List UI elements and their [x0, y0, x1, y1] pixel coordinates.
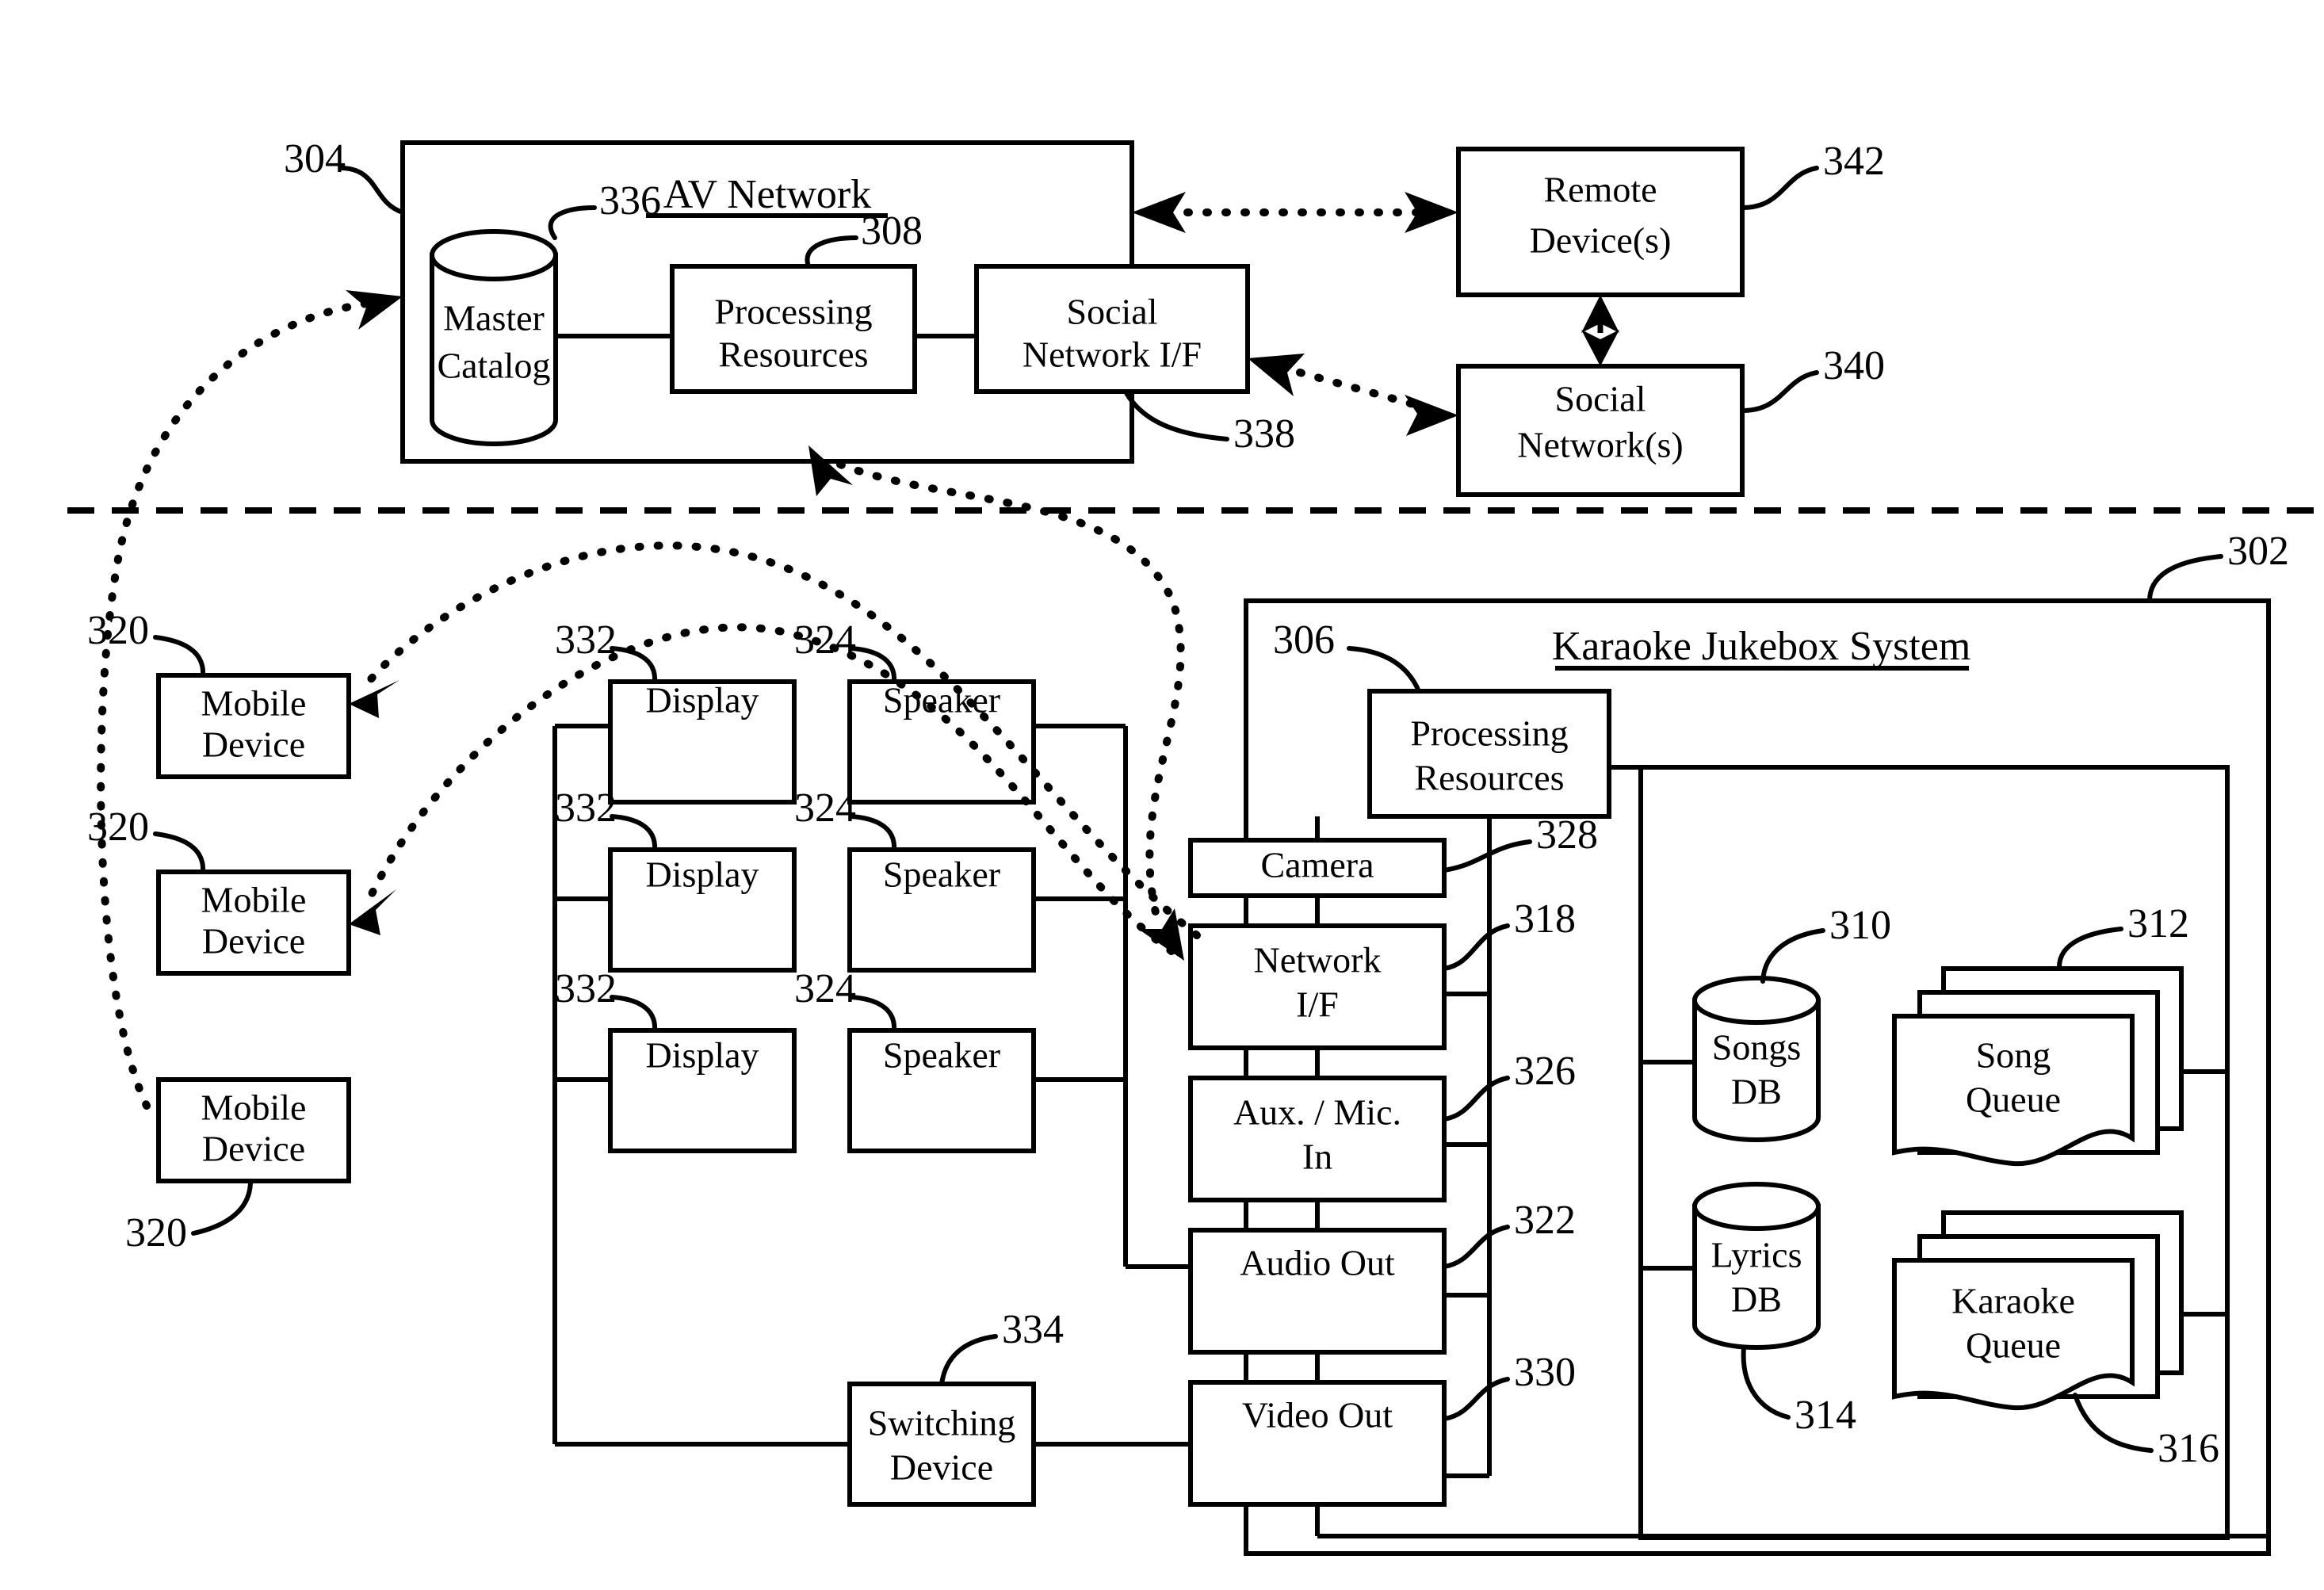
mobile-device-2-label-2: Device [202, 921, 305, 961]
conn-avnetwork-remote [1132, 192, 1458, 233]
ref-328: 328 [1536, 812, 1598, 858]
display-3-label: Display [645, 1035, 759, 1076]
mobile-device-3-label-2: Device [202, 1129, 305, 1169]
patent-figure-canvas: AV Network 304 Master Catalog 336 Proces… [0, 0, 2324, 1590]
songs-db-label-2: DB [1731, 1072, 1782, 1112]
mobile-device-1-label-2: Device [202, 724, 305, 765]
switching-device-label-1: Switching [868, 1403, 1016, 1443]
ref-320-c: 320 [125, 1210, 187, 1256]
leader-304 [340, 166, 405, 215]
ref-320-a: 320 [87, 608, 149, 653]
leader-332-b [610, 814, 658, 852]
ref-342: 342 [1823, 139, 1885, 184]
karaoke-processing-label-2: Resources [1414, 758, 1564, 798]
karaoke-queue-label-1: Karaoke [1951, 1281, 2075, 1321]
aux-mic-label-1: Aux. / Mic. [1233, 1092, 1401, 1133]
song-queue-label-2: Queue [1966, 1080, 2061, 1120]
ref-314: 314 [1795, 1393, 1856, 1438]
ref-324-b: 324 [794, 785, 856, 831]
ref-332-a: 332 [555, 617, 617, 663]
social-if-label-2: Network I/F [1022, 334, 1202, 375]
songs-db-label-1: Songs [1712, 1027, 1801, 1068]
song-queue-label-1: Song [1976, 1035, 2051, 1076]
ref-324-c: 324 [794, 966, 856, 1011]
leader-324-c [849, 995, 897, 1033]
leader-332-a [610, 646, 658, 684]
leader-342 [1740, 166, 1819, 210]
ref-322: 322 [1514, 1198, 1576, 1243]
mobile-device-1-label-1: Mobile [201, 683, 307, 724]
ref-310: 310 [1829, 903, 1891, 948]
remote-devices-label-1: Remote [1543, 170, 1657, 210]
lyrics-db-label-1: Lyrics [1711, 1235, 1802, 1275]
leader-338 [1123, 389, 1229, 441]
network-if-label-1: Network [1254, 940, 1382, 980]
ref-334: 334 [1002, 1307, 1064, 1352]
ref-326: 326 [1514, 1049, 1576, 1094]
remote-devices-label-2: Device(s) [1530, 220, 1672, 261]
leader-340 [1740, 370, 1819, 413]
av-network-title: AV Network [663, 172, 871, 217]
ref-302: 302 [2227, 529, 2289, 574]
camera-label: Camera [1260, 845, 1374, 885]
ref-332-c: 332 [555, 966, 617, 1011]
ref-312: 312 [2127, 901, 2189, 946]
social-networks-label-2: Network(s) [1517, 425, 1684, 465]
leader-302 [2147, 554, 2223, 603]
speaker-3-label: Speaker [883, 1035, 1000, 1076]
leader-320-b [153, 831, 206, 874]
karaoke-jukebox-title: Karaoke Jukebox System [1552, 624, 1971, 669]
ref-340: 340 [1823, 343, 1885, 388]
master-catalog-label-1: Master [443, 298, 545, 338]
ref-324-a: 324 [794, 617, 856, 663]
social-if-label-1: Social [1067, 292, 1158, 332]
ref-330: 330 [1514, 1350, 1576, 1395]
diagram-svg: AV Network 304 Master Catalog 336 Proces… [67, 136, 2324, 1556]
conn-remote-socialnetworks [1581, 295, 1619, 366]
leader-320-c [191, 1179, 253, 1236]
leader-332-c [610, 995, 658, 1033]
speaker-2-label: Speaker [883, 854, 1000, 895]
ref-316: 316 [2158, 1426, 2219, 1471]
av-processing-label-2: Resources [718, 334, 868, 375]
display-1-label: Display [645, 680, 759, 720]
ref-306: 306 [1273, 617, 1335, 663]
leader-324-b [849, 814, 897, 852]
social-networks-label-1: Social [1555, 379, 1646, 419]
ref-304: 304 [284, 136, 346, 182]
ref-320-b: 320 [87, 805, 149, 850]
audio-out-label: Audio Out [1240, 1243, 1395, 1283]
mobile-device-3-label-1: Mobile [201, 1087, 307, 1128]
ref-336: 336 [599, 178, 661, 224]
leader-334 [939, 1334, 998, 1386]
ref-332-b: 332 [555, 785, 617, 831]
video-out-label: Video Out [1242, 1395, 1393, 1435]
mobile-device-2-label-1: Mobile [201, 880, 307, 920]
lyrics-db-label-2: DB [1731, 1279, 1782, 1320]
karaoke-queue-label-2: Queue [1966, 1325, 2061, 1366]
karaoke-processing-label-1: Processing [1410, 713, 1568, 754]
ref-308: 308 [861, 208, 923, 254]
ref-318: 318 [1514, 896, 1576, 942]
master-catalog-label-2: Catalog [437, 346, 550, 386]
av-processing-label-1: Processing [714, 292, 872, 332]
leader-320-a [153, 635, 206, 678]
ref-338: 338 [1233, 411, 1295, 457]
switching-device-label-2: Device [890, 1447, 993, 1488]
aux-mic-label-2: In [1302, 1137, 1332, 1177]
network-if-label-2: I/F [1296, 984, 1339, 1025]
display-2-label: Display [645, 854, 759, 895]
